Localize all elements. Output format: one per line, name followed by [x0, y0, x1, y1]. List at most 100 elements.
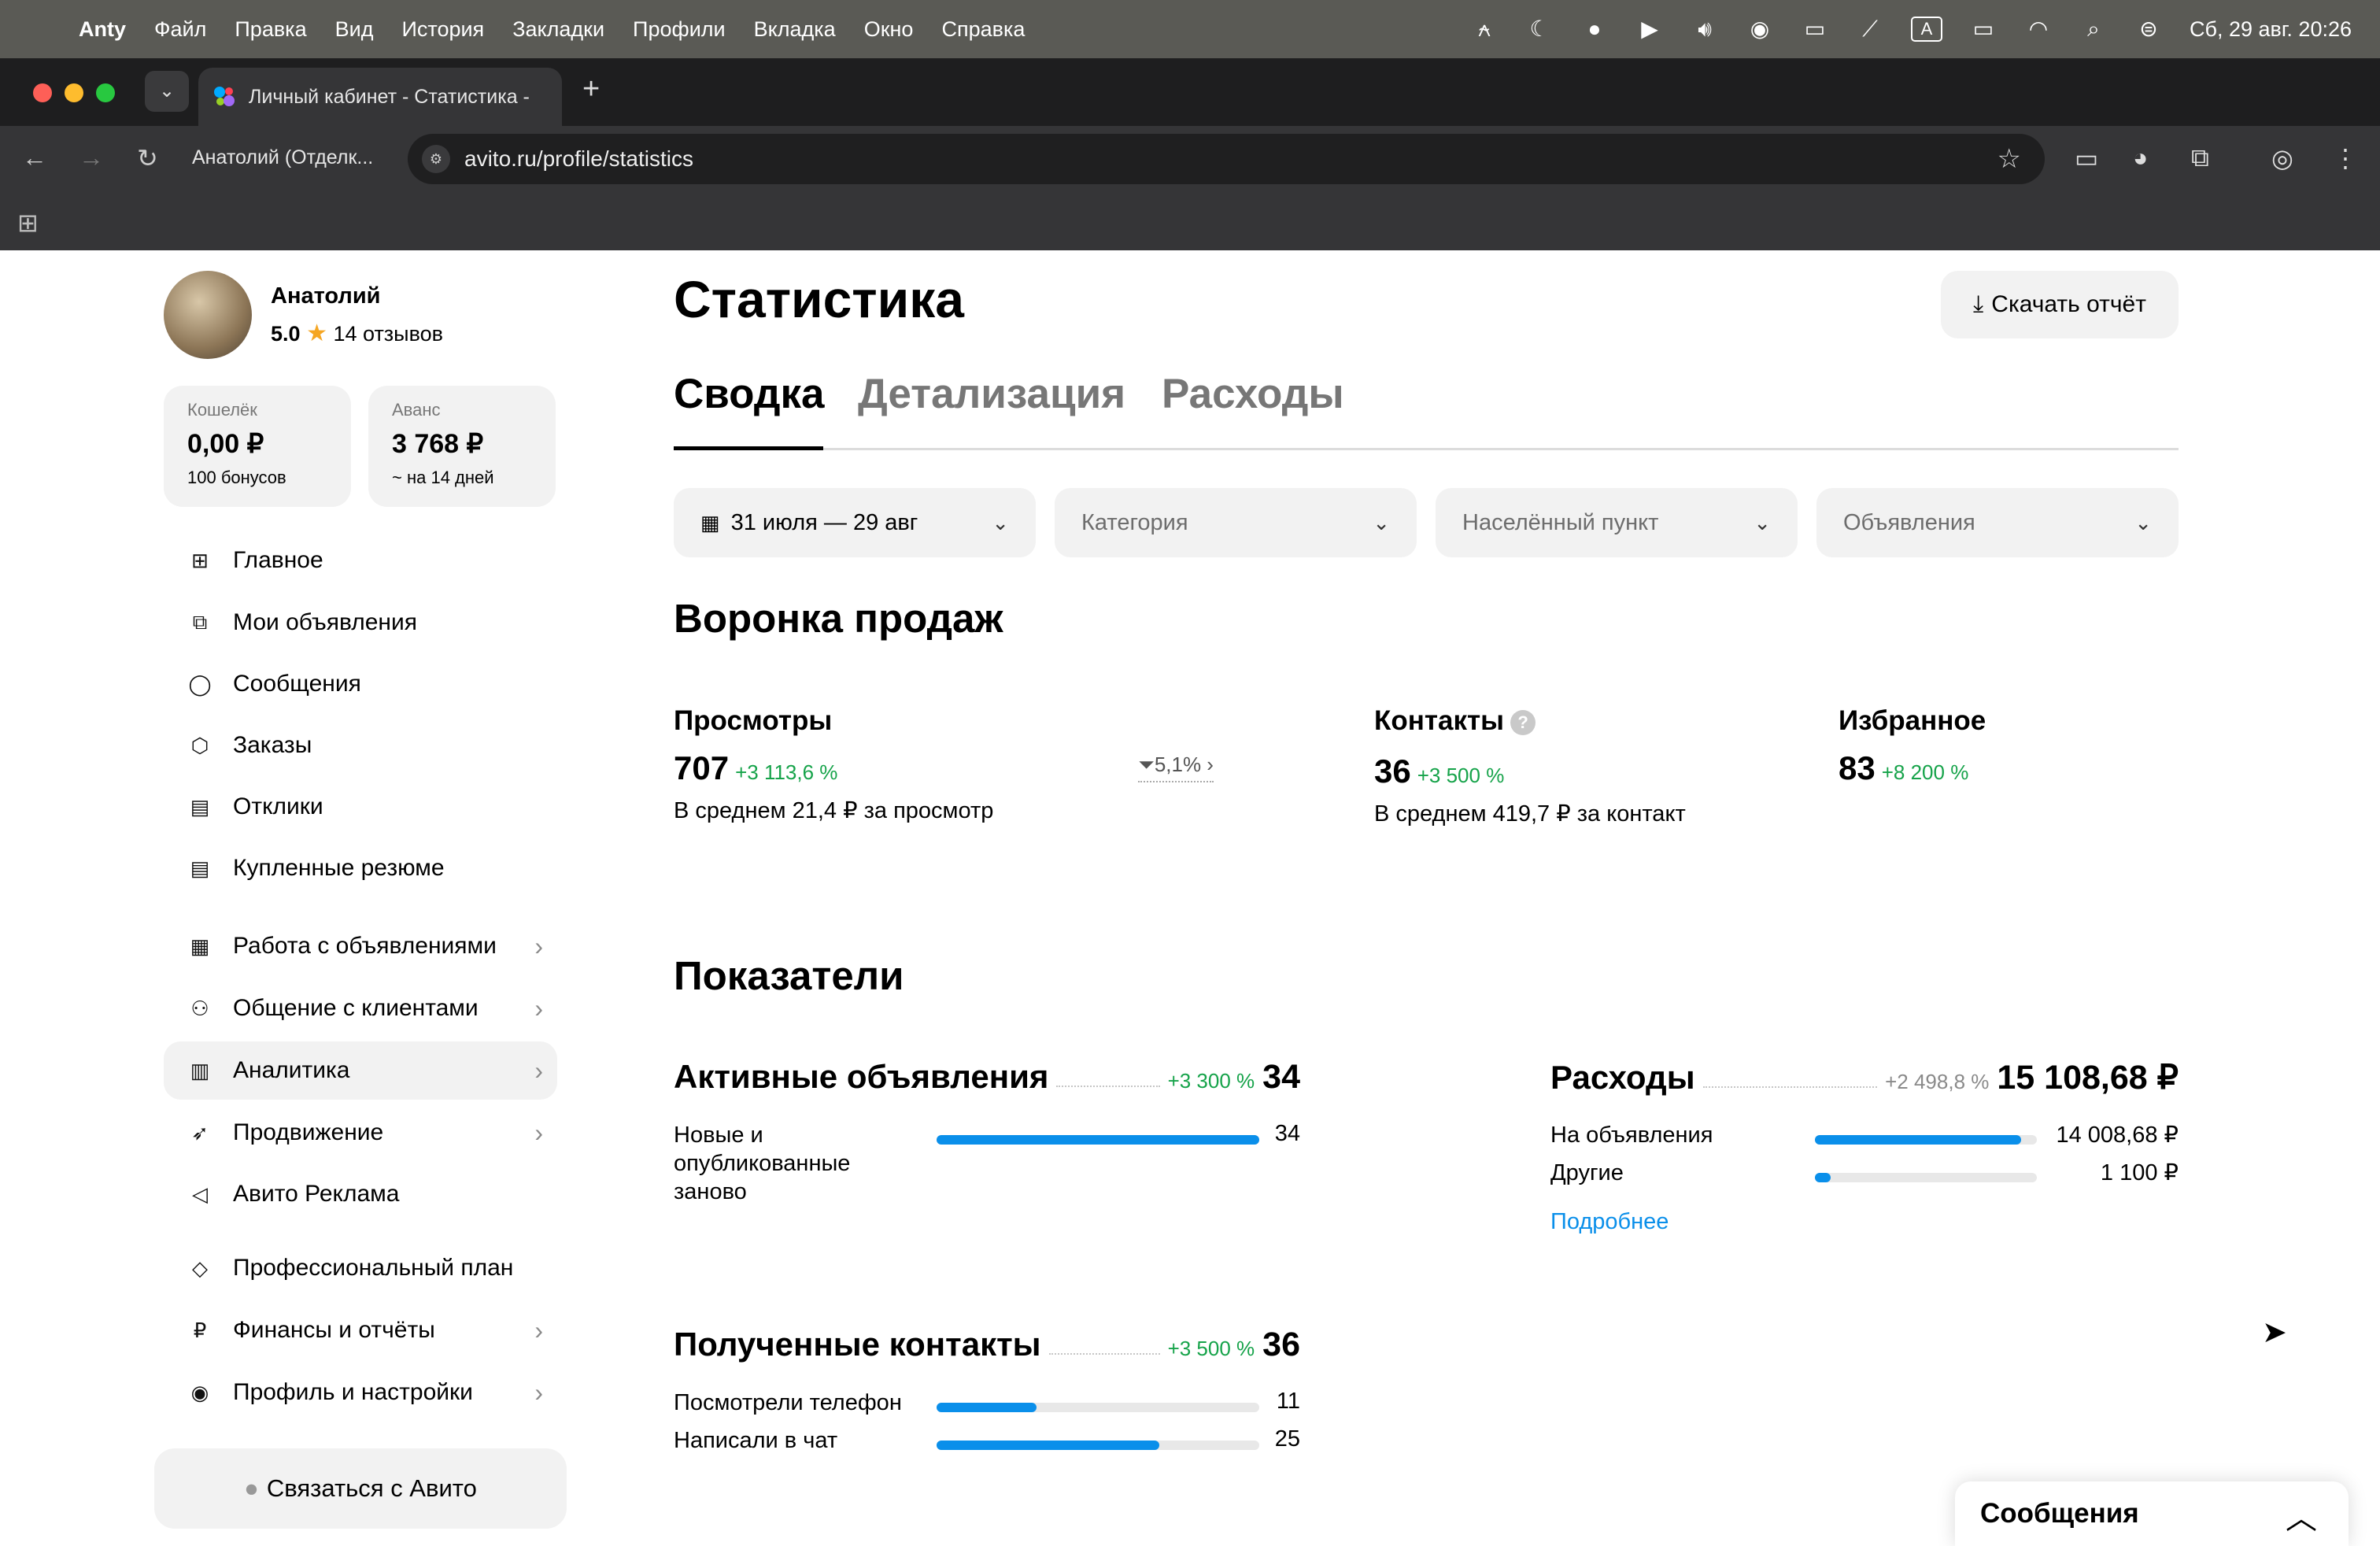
wallet-card[interactable]: Кошелёк 0,00 ₽ 100 бонусов: [164, 386, 351, 507]
nav-item-analytics[interactable]: ▥ Аналитика ›: [164, 1041, 557, 1100]
category-placeholder: Категория: [1081, 509, 1188, 535]
advance-card[interactable]: Аванс 3 768 ₽ ~ на 14 дней: [368, 386, 556, 507]
expenses-ads-bar-fill: [1815, 1135, 2022, 1145]
views-avg: В среднем 21,4 ₽ за просмотр: [674, 798, 994, 823]
nav-item-bought-resumes[interactable]: ▤ Купленные резюме: [164, 839, 557, 897]
city-select[interactable]: Населённый пункт ⌄: [1436, 488, 1798, 557]
date-range-select[interactable]: ▦ 31 июля — 29 авг ⌄: [674, 488, 1036, 557]
contacts-received-title: Полученные контакты: [674, 1326, 1041, 1363]
reload-icon[interactable]: ↻: [137, 143, 158, 173]
nav-item-finance[interactable]: ₽ Финансы и отчёты ›: [164, 1301, 557, 1359]
nav-label: Заказы: [233, 732, 312, 758]
play-icon[interactable]: ▶: [1635, 17, 1664, 42]
menu-profiles[interactable]: Профили: [633, 17, 726, 42]
chevron-right-icon: ›: [534, 931, 543, 960]
menu-view[interactable]: Вид: [335, 17, 374, 42]
menu-app-name[interactable]: Anty: [79, 17, 126, 42]
ads-select[interactable]: Объявления ⌄: [1816, 488, 2179, 557]
input-source-icon[interactable]: A: [1911, 17, 1943, 42]
chevron-right-icon: ›: [534, 1056, 543, 1085]
dotted-leader: [1056, 1086, 1160, 1087]
apps-grid-icon[interactable]: ⊞: [17, 208, 39, 238]
account-icon[interactable]: ◎: [2271, 143, 2293, 173]
chat-bubble-tray-icon[interactable]: ●: [1580, 17, 1609, 42]
browser-tab-active[interactable]: Личный кабинет - Статистика -: [198, 68, 562, 126]
favorites-number: 83: [1839, 749, 1876, 786]
nav-item-messages[interactable]: ◯ Сообщения: [164, 655, 557, 713]
forward-arrow-icon[interactable]: →: [79, 143, 104, 172]
chevron-up-icon[interactable]: ︿: [2286, 1492, 2317, 1538]
expenses-header: Расходы +2 498,8 % 15 108,68 ₽: [1550, 1058, 2179, 1097]
menu-edit[interactable]: Правка: [235, 17, 306, 42]
download-report-button[interactable]: ⤓ Скачать отчёт: [1941, 271, 2179, 338]
moon-icon[interactable]: ☾: [1525, 17, 1554, 42]
download-icon: ⤓: [1973, 291, 1984, 317]
menu-window[interactable]: Окно: [864, 17, 914, 42]
calendar-badge-icon[interactable]: ◉: [1746, 17, 1774, 42]
wallet-bonus: 100 бонусов: [187, 468, 286, 487]
nav-item-ads-work[interactable]: ▦ Работа с объявлениями ›: [164, 917, 557, 975]
menu-bookmarks[interactable]: Закладки: [512, 17, 604, 42]
nav-label: Финансы и отчёты: [233, 1317, 435, 1343]
extensions-puzzle-icon[interactable]: ⧉: [2191, 143, 2209, 173]
new-tab-button[interactable]: +: [582, 72, 600, 106]
expenses-other-bar-fill: [1815, 1173, 1831, 1182]
resume-icon: ▤: [190, 856, 210, 880]
copy-icon: ⧉: [192, 610, 208, 634]
control-center-icon[interactable]: ⊜: [2134, 17, 2163, 42]
menu-help[interactable]: Справка: [941, 17, 1025, 42]
avatar[interactable]: [164, 271, 252, 359]
display-icon[interactable]: ▭: [1801, 17, 1829, 42]
expenses-more-link[interactable]: Подробнее: [1550, 1209, 1669, 1235]
address-bar[interactable]: ⚙ avito.ru/profile/statistics ☆: [408, 134, 2045, 184]
bar-chart-icon: ▥: [190, 1058, 210, 1082]
nav-item-my-ads[interactable]: ⧉ Мои объявления: [164, 594, 557, 652]
menu-file[interactable]: Файл: [154, 17, 206, 42]
reviews-count: 14 отзывов: [333, 322, 443, 346]
cookie-icon[interactable]: ◕: [2133, 143, 2148, 172]
wifi-icon[interactable]: ◠: [2024, 17, 2053, 42]
nav-item-promotion[interactable]: ➶ Продвижение ›: [164, 1104, 557, 1162]
chevron-down-icon: ⌄: [992, 510, 1009, 534]
url-text[interactable]: avito.ru/profile/statistics: [464, 146, 693, 172]
tab-search-button[interactable]: ⌄: [145, 71, 189, 112]
back-arrow-icon[interactable]: ←: [22, 143, 47, 172]
volume-icon[interactable]: 🔊︎: [1691, 17, 1719, 42]
battery-icon[interactable]: ▭: [1969, 17, 1998, 42]
nav-item-pro-plan[interactable]: ◇ Профессиональный план: [164, 1239, 557, 1297]
tab-details[interactable]: Детализация: [858, 370, 1125, 418]
help-icon[interactable]: ?: [1510, 709, 1536, 735]
menu-datetime[interactable]: Сб, 29 авг. 20:26: [2190, 17, 2352, 42]
contact-avito-button[interactable]: ● Связаться с Авито: [154, 1448, 567, 1529]
category-select[interactable]: Категория ⌄: [1055, 488, 1417, 557]
camera-icon[interactable]: ▭: [2075, 143, 2098, 173]
more-vertical-icon[interactable]: ⋮: [2333, 143, 2358, 173]
tab-summary[interactable]: Сводка: [674, 370, 824, 418]
conversion-link[interactable]: ⏷5,1% ›: [1138, 753, 1214, 782]
browser-profile-label[interactable]: Анатолий (Отделк...: [192, 146, 373, 169]
messages-widget-label: Сообщения: [1980, 1498, 2139, 1529]
nav-item-clients[interactable]: ⚇ Общение с клиентами ›: [164, 979, 557, 1037]
close-window-button[interactable]: [33, 83, 52, 102]
zoom-window-button[interactable]: [96, 83, 115, 102]
nav-item-avito-ads[interactable]: ◁ Авито Реклама: [164, 1165, 557, 1223]
tab-expenses[interactable]: Расходы: [1162, 370, 1344, 418]
contacts-avg: В среднем 419,7 ₽ за контакт: [1374, 801, 1686, 827]
expenses-ads-label: На объявления: [1550, 1123, 1713, 1148]
nav-item-responses[interactable]: ▤ Отклики: [164, 778, 557, 836]
nav-item-orders[interactable]: ⬡ Заказы: [164, 716, 557, 775]
anty-tray-icon[interactable]: ⍲: [1470, 17, 1499, 42]
nav-item-profile-settings[interactable]: ◉ Профиль и настройки ›: [164, 1363, 557, 1422]
nav-item-main[interactable]: ⊞ Главное: [164, 531, 557, 590]
user-rating[interactable]: 5.0 ★ 14 отзывов: [271, 320, 443, 347]
pen-icon[interactable]: ⟋: [1856, 17, 1884, 42]
macos-menu-bar: Anty Файл Правка Вид История Закладки Пр…: [0, 0, 2380, 58]
menu-history[interactable]: История: [401, 17, 484, 42]
messages-widget[interactable]: Сообщения ︿: [1955, 1481, 2349, 1546]
bookmark-star-icon[interactable]: ☆: [1998, 143, 2021, 175]
search-icon[interactable]: ⌕: [2079, 17, 2108, 42]
menu-tab[interactable]: Вкладка: [754, 17, 836, 42]
user-name[interactable]: Анатолий: [271, 283, 380, 309]
site-settings-icon[interactable]: ⚙: [422, 145, 450, 173]
minimize-window-button[interactable]: [65, 83, 83, 102]
